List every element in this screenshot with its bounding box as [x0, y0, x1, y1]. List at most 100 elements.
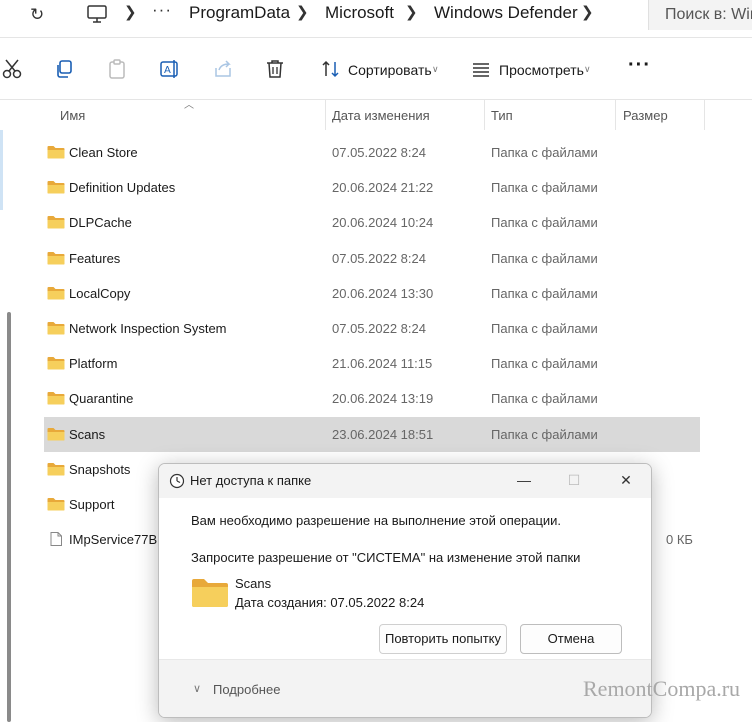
folder-icon	[47, 497, 65, 511]
table-row[interactable]: Clean Store 07.05.2022 8:24 Папка с файлам…	[44, 135, 700, 170]
file-type: Папка с файлами	[491, 180, 598, 196]
file-type: Папка с файлами	[491, 356, 598, 372]
folder-icon	[47, 321, 65, 335]
file-date: 20.06.2024 10:24	[332, 215, 434, 231]
file-date: 20.06.2024 21:22	[332, 180, 434, 196]
folder-icon	[47, 181, 65, 194]
chevron-right-icon[interactable]: ❯	[124, 3, 137, 21]
file-name: Network Inspection System	[69, 320, 227, 336]
nav-scrollbar[interactable]	[7, 312, 11, 722]
folder-icon	[47, 392, 65, 405]
chevron-right-icon[interactable]: ❯	[405, 3, 418, 21]
file-type: Папка с файлами	[491, 391, 598, 407]
file-name: LocalCopy	[69, 285, 131, 301]
file-name: Snapshots	[69, 461, 131, 477]
view-button[interactable]: Просмотреть	[499, 62, 584, 78]
dialog-footer: ∨ Подробнее	[159, 659, 651, 717]
folder-icon	[47, 251, 65, 265]
file-name: DLPCache	[69, 215, 132, 231]
chevron-down-icon[interactable]: ∨	[432, 64, 439, 75]
search-input[interactable]: Поиск в: Win	[665, 6, 752, 24]
folder-icon	[47, 286, 65, 300]
file-name: Clean Store	[69, 145, 138, 160]
copy-icon[interactable]	[53, 58, 75, 80]
column-divider[interactable]	[704, 100, 705, 130]
search-box[interactable]: Поиск в: Win	[648, 0, 752, 30]
table-row[interactable]: Scans 23.06.2024 18:51 Папка с файлами	[44, 416, 700, 452]
dialog-folder-name: Scans	[235, 576, 272, 591]
file-date: 21.06.2024 11:15	[332, 356, 433, 372]
view-icon[interactable]	[470, 58, 492, 80]
column-header-date[interactable]: Дата изменения	[326, 100, 484, 130]
svg-text:A: A	[164, 65, 171, 76]
dialog-folder-created: Дата создания: 07.05.2022 8:24	[235, 595, 425, 610]
cut-icon[interactable]	[1, 58, 23, 80]
folder-icon	[47, 146, 65, 159]
file-name: Platform	[69, 356, 118, 372]
dialog-title-bar[interactable]: Нет доступа к папке — ☐ ✕	[159, 464, 651, 498]
breadcrumb-microsoft[interactable]: Microsoft	[325, 3, 394, 23]
dialog-message: Вам необходимо разрешение на выполнение …	[191, 513, 562, 528]
column-header-size[interactable]: Размер	[616, 100, 704, 130]
address-bar: ↻ ❯ ··· ProgramData ❯ Microsoft ❯ Window…	[0, 0, 752, 38]
table-row[interactable]: Features 07.05.2022 8:24 Папка с файлами	[44, 241, 700, 276]
file-name: Support	[69, 496, 115, 512]
folder-icon	[47, 427, 65, 440]
file-type: Папка с файлами	[491, 320, 598, 336]
table-row[interactable]: Network Inspection System 07.05.2022 8:24…	[44, 311, 700, 346]
this-pc-icon[interactable]	[86, 3, 108, 25]
folder-icon	[47, 462, 65, 476]
folder-icon	[192, 579, 228, 607]
column-header-name-label: Имя	[60, 108, 86, 123]
folder-icon	[47, 216, 65, 229]
breadcrumb-programdata[interactable]: ProgramData	[189, 3, 290, 23]
file-date: 07.05.2022 8:24	[332, 145, 426, 160]
file-name: Scans	[69, 426, 106, 442]
nav-selection-highlight	[0, 130, 3, 210]
cancel-button[interactable]: Отмена	[520, 624, 622, 654]
watermark: RemontCompa.ru	[583, 676, 741, 701]
retry-button[interactable]: Повторить попытку	[379, 624, 507, 654]
dialog-request: Запросите разрешение от "СИСТЕМА" на изм…	[191, 550, 581, 565]
table-row[interactable]: Definition Updates 20.06.2024 21:22 Папка …	[44, 170, 700, 205]
refresh-icon[interactable]: ↻	[30, 5, 44, 25]
file-name: Features	[69, 250, 121, 266]
file-date: 07.05.2022 8:24	[332, 250, 426, 266]
file-type: Папка с файлами	[491, 426, 598, 442]
file-date: 07.05.2022 8:24	[332, 320, 426, 336]
column-header-size-label: Размер	[623, 108, 668, 123]
sort-button[interactable]: Сортировать	[348, 62, 432, 78]
file-icon	[50, 532, 62, 547]
file-type: Папка с файлами	[491, 145, 598, 160]
file-name: Definition Updates	[69, 180, 176, 196]
table-row[interactable]: DLPCache 20.06.2024 10:24 Папка с файлами	[44, 205, 700, 240]
folder-icon	[47, 357, 65, 370]
share-icon	[215, 60, 231, 77]
table-row[interactable]: LocalCopy 20.06.2024 13:30 Папка с файлами	[44, 276, 700, 311]
sort-icon[interactable]	[320, 58, 342, 80]
clock-icon	[169, 473, 185, 489]
paste-icon	[109, 59, 125, 79]
column-header-type[interactable]: Тип	[485, 100, 615, 130]
details-toggle[interactable]: Подробнее	[213, 682, 280, 697]
chevron-down-icon[interactable]: ∨	[584, 64, 591, 75]
close-button[interactable]: ✕	[603, 469, 649, 493]
chevron-right-icon[interactable]: ❯	[296, 3, 309, 21]
table-row[interactable]: Quarantine 20.06.2024 13:19 Папка с файлам…	[44, 381, 700, 416]
navigation-pane-edge	[0, 100, 11, 722]
file-type: Папка с файлами	[491, 250, 598, 266]
table-row[interactable]: Platform 21.06.2024 11:15 Папка с файлами	[44, 346, 700, 381]
file-date: 20.06.2024 13:19	[332, 391, 434, 407]
breadcrumb-windows-defender[interactable]: Windows Defender	[434, 3, 578, 23]
rename-icon[interactable]: A	[159, 58, 181, 80]
minimize-button[interactable]: —	[501, 469, 547, 493]
more-options-button[interactable]: ···	[628, 54, 651, 77]
column-header-type-label: Тип	[491, 108, 513, 123]
chevron-down-icon[interactable]: ∨	[193, 682, 201, 695]
column-header-name[interactable]: Имя	[44, 100, 326, 130]
breadcrumb-overflow[interactable]: ···	[152, 0, 172, 20]
file-name: Quarantine	[69, 391, 134, 407]
maximize-button: ☐	[567, 472, 581, 488]
delete-icon[interactable]	[264, 58, 286, 80]
chevron-right-icon[interactable]: ❯	[581, 3, 594, 21]
